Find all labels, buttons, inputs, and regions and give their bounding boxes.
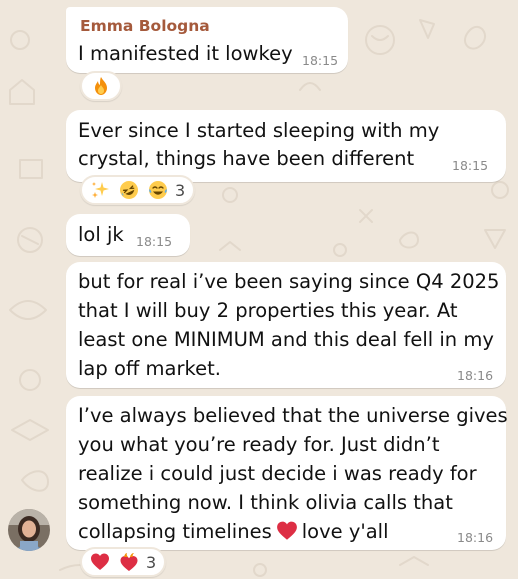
message-text: something now. I think olivia calls that: [78, 491, 453, 514]
joy-icon: [149, 181, 167, 199]
message-text: I’ve always believed that the universe g…: [78, 404, 508, 427]
sender-name[interactable]: Emma Bologna: [80, 17, 210, 35]
message-text: you what you’re ready for. Just didn’t: [78, 433, 440, 456]
message-reactions[interactable]: [80, 71, 122, 101]
message-timestamp: 18:16: [457, 368, 494, 383]
message-bubble[interactable]: Ever since I started sleeping with my cr…: [66, 110, 506, 182]
message-bubble[interactable]: Emma Bologna I manifested it lowkey 18:1…: [66, 7, 348, 73]
message-text: that I will buy 2 properties this year. …: [78, 299, 458, 322]
message-text: collapsing timelines: [78, 520, 272, 543]
message-timestamp: 18:15: [136, 234, 173, 249]
heart-on-fire-icon: [120, 553, 138, 571]
message-text: Ever since I started sleeping with my: [78, 119, 440, 142]
message-bubble[interactable]: I’ve always believed that the universe g…: [66, 396, 508, 550]
message-text: lap off market.: [78, 357, 221, 380]
fire-icon: [95, 77, 107, 95]
message-text-last-line: collapsing timelines love y'all: [78, 517, 389, 546]
message-timestamp: 18:16: [457, 530, 494, 545]
rofl-icon: [120, 181, 138, 199]
reaction-count: 3: [146, 552, 157, 572]
message-text: realize i could just decide i was ready …: [78, 462, 477, 485]
message-bubble[interactable]: but for real i’ve been saying since Q4 2…: [66, 262, 506, 388]
red-heart-icon: [276, 521, 297, 540]
message-text: love y'all: [301, 520, 389, 543]
message-reactions[interactable]: 3: [80, 547, 167, 577]
message-text: lol jk: [78, 223, 124, 246]
message-timestamp: 18:15: [452, 158, 489, 173]
reaction-count: 3: [175, 180, 186, 200]
message-text: I manifested it lowkey: [78, 42, 293, 65]
sparkles-icon: [92, 182, 109, 198]
message-text: least one MINIMUM and this deal fell in …: [78, 328, 494, 351]
avatar[interactable]: [8, 509, 50, 551]
message-bubble[interactable]: lol jk 18:15: [66, 214, 190, 256]
message-reactions[interactable]: 3: [80, 175, 196, 205]
message-timestamp: 18:15: [302, 53, 339, 68]
message-text: but for real i’ve been saying since Q4 2…: [78, 270, 500, 293]
red-heart-icon: [91, 553, 109, 570]
message-text: crystal, things have been different: [78, 147, 415, 170]
